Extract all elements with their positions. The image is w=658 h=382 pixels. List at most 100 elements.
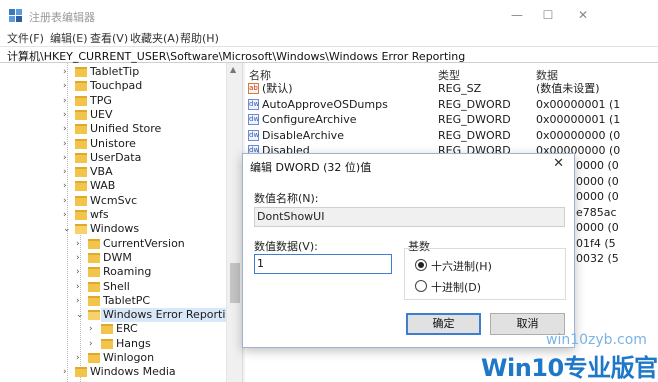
chevron-right-icon[interactable]: › (63, 208, 72, 222)
row-name: AutoApproveOSDumps (262, 97, 388, 111)
value-name-label: 数值名称(N): (254, 192, 319, 205)
tree-node-label[interactable]: Touchpad (90, 79, 142, 93)
radio-decimal-label[interactable]: 十进制(D) (431, 279, 481, 295)
chevron-right-icon[interactable]: › (89, 337, 98, 351)
folder-icon (88, 281, 100, 292)
radio-hex-label[interactable]: 十六进制(H) (431, 258, 492, 274)
tree-node-label[interactable]: TabletPC (103, 294, 150, 308)
chevron-down-icon[interactable]: ⌄ (63, 222, 72, 236)
binary-value-icon: dw (248, 129, 260, 141)
chevron-right-icon[interactable]: › (63, 151, 72, 165)
row-data-partial: 0000 (0 (576, 174, 619, 188)
regedit-app-icon (9, 9, 22, 22)
menu-edit[interactable]: 编辑(E) (50, 30, 88, 46)
tree-node-label[interactable]: wfs (90, 208, 109, 222)
chevron-right-icon[interactable]: › (63, 108, 72, 122)
chevron-right-icon[interactable]: › (76, 280, 85, 294)
menu-favorites[interactable]: 收藏夹(A) (130, 30, 179, 46)
radio-hex[interactable] (415, 259, 427, 271)
chevron-right-icon[interactable]: › (63, 65, 72, 79)
folder-icon (75, 367, 87, 378)
menu-help[interactable]: 帮助(H) (180, 30, 219, 46)
tree-node-label[interactable]: UEV (90, 108, 113, 122)
tree-node-label[interactable]: Windows (90, 222, 139, 236)
string-value-icon: ab (248, 83, 259, 94)
tree-node-label[interactable]: Windows Error Reporting (101, 308, 242, 323)
chevron-right-icon[interactable]: › (63, 365, 72, 379)
tree-node-label[interactable]: WcmSvc (90, 194, 137, 208)
chevron-down-icon[interactable]: ⌄ (76, 308, 85, 322)
tree-node-label[interactable]: Winlogon (103, 351, 154, 365)
list-row[interactable]: ab (默认) REG_SZ (数值未设置) (245, 81, 658, 96)
tree-node-label[interactable]: Windows Media (90, 365, 176, 379)
chevron-right-icon[interactable]: › (63, 194, 72, 208)
tree-node-label[interactable]: ERC (116, 322, 138, 336)
address-path[interactable]: 计算机\HKEY_CURRENT_USER\Software\Microsoft… (7, 48, 465, 64)
chevron-right-icon[interactable]: › (89, 322, 98, 336)
folder-icon (75, 210, 87, 220)
row-type: REG_DWORD (438, 128, 511, 142)
edit-dword-dialog: 编辑 DWORD (32 位)值 ✕ 数值名称(N): DontShowUI 数… (242, 153, 575, 348)
registry-tree[interactable]: › TabletTip › Touchpad › TPG › UEV › Unified Stor… (0, 63, 242, 382)
chevron-right-icon[interactable]: › (63, 165, 72, 179)
tree-node-label[interactable]: TPG (90, 94, 112, 108)
menu-view[interactable]: 查看(V) (90, 30, 128, 46)
address-bar[interactable]: 计算机\HKEY_CURRENT_USER\Software\Microsoft… (0, 46, 658, 63)
row-data-partial: 0032 (5 (576, 252, 619, 265)
folder-icon (75, 167, 87, 178)
dialog-title: 编辑 DWORD (32 位)值 (250, 161, 372, 174)
tree-scrollbar[interactable]: ▲ (226, 63, 242, 382)
folder-icon (88, 238, 100, 249)
chevron-right-icon[interactable]: › (63, 122, 72, 136)
value-data-label: 数值数据(V): (254, 240, 318, 253)
folder-icon (75, 181, 87, 192)
maximize-button[interactable]: ☐ (533, 5, 563, 25)
chevron-right-icon[interactable]: › (76, 251, 85, 265)
chevron-right-icon[interactable]: › (63, 94, 72, 108)
row-type: REG_DWORD (438, 113, 511, 126)
chevron-right-icon[interactable]: › (76, 294, 85, 308)
folder-icon (75, 67, 87, 77)
tree-node-label[interactable]: Unified Store (90, 122, 161, 136)
tree-node-label[interactable]: CurrentVersion (103, 237, 185, 251)
folder-icon (88, 252, 100, 263)
tree-node-label[interactable]: WAB (90, 179, 115, 193)
list-row[interactable]: dw ConfigureArchive REG_DWORD 0x00000001 (1 (245, 112, 658, 127)
row-data-partial: 01f4 (5 (576, 236, 616, 250)
tree-node-label[interactable]: Shell (103, 280, 130, 294)
chevron-right-icon[interactable]: › (63, 179, 72, 193)
tree-node-label[interactable]: Roaming (103, 265, 151, 279)
menu-file[interactable]: 文件(F) (7, 30, 44, 46)
title-bar: 注册表编辑器 — ☐ ✕ (0, 0, 658, 30)
folder-icon (75, 138, 87, 149)
tree-node-label[interactable]: UserData (90, 151, 141, 165)
tree-node-label[interactable]: Hangs (116, 337, 151, 351)
tree-node-label[interactable]: TabletTip (90, 65, 139, 79)
minimize-button[interactable]: — (502, 5, 532, 25)
value-data-input[interactable]: 1 (254, 254, 392, 274)
row-data-partial: 0000 (0 (576, 190, 619, 203)
close-window-button[interactable]: ✕ (568, 5, 598, 25)
chevron-right-icon[interactable]: › (76, 265, 85, 279)
chevron-right-icon[interactable]: › (76, 237, 85, 251)
ok-button[interactable]: 确定 (406, 313, 481, 335)
list-row[interactable]: dw AutoApproveOSDumps REG_DWORD 0x00000001 … (245, 97, 658, 112)
radio-decimal[interactable] (415, 280, 427, 292)
chevron-right-icon[interactable]: › (63, 79, 72, 93)
folder-icon (101, 324, 113, 335)
folder-icon (75, 109, 87, 120)
tree-node-label[interactable]: DWM (103, 251, 132, 265)
list-row[interactable]: dw DisableArchive REG_DWORD 0x00000000 (0 (245, 128, 658, 143)
chevron-right-icon[interactable]: › (76, 351, 85, 365)
tree-scroll-thumb[interactable] (230, 263, 240, 303)
dialog-close-icon[interactable]: ✕ (553, 156, 564, 171)
tree-node-label[interactable]: Unistore (90, 137, 136, 151)
scroll-up-arrow-icon[interactable]: ▲ (230, 65, 236, 74)
row-data-partial: e785ac (576, 205, 617, 219)
folder-icon (75, 95, 87, 106)
tree-node-label[interactable]: VBA (90, 165, 113, 179)
folder-icon (75, 195, 87, 206)
row-name: (默认) (262, 82, 293, 95)
chevron-right-icon[interactable]: › (63, 137, 72, 151)
folder-icon (88, 310, 100, 321)
